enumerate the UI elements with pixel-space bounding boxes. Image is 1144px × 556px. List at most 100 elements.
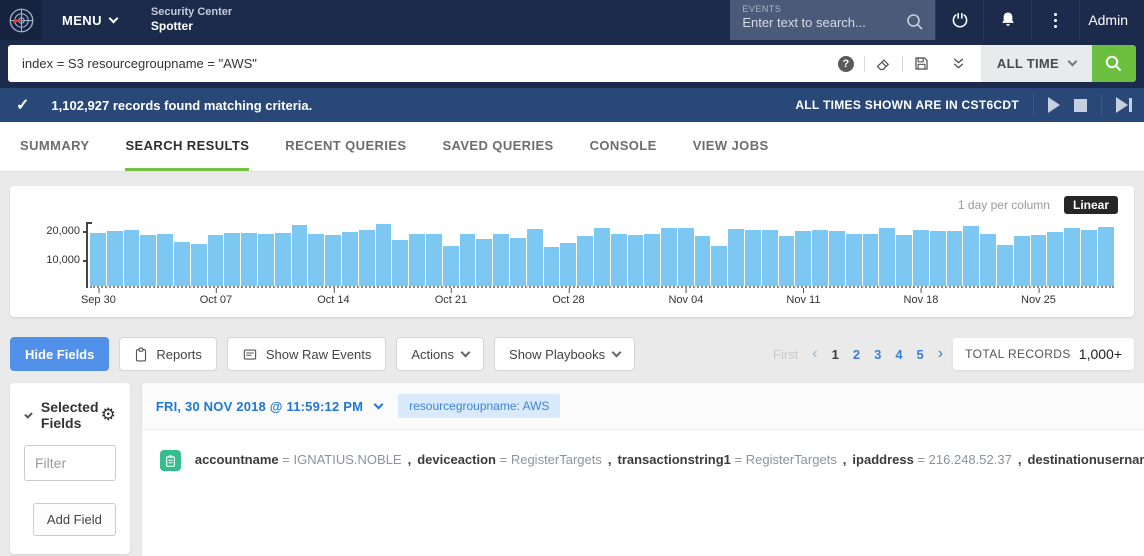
show-playbooks-dropdown[interactable]: Show Playbooks: [494, 337, 635, 371]
histogram-bar[interactable]: [342, 232, 358, 286]
histogram-bar[interactable]: [762, 230, 778, 286]
histogram-bar[interactable]: [476, 239, 492, 286]
histogram-bar[interactable]: [409, 234, 425, 286]
histogram-bar[interactable]: [745, 230, 761, 286]
events-search-box[interactable]: EVENTS: [730, 0, 935, 40]
histogram-bar[interactable]: [443, 246, 459, 286]
chart-scale-toggle[interactable]: Linear: [1064, 196, 1118, 214]
pagination-page-3[interactable]: 3: [874, 347, 881, 362]
histogram-bar[interactable]: [846, 234, 862, 286]
pagination-page-1[interactable]: 1: [832, 347, 839, 362]
show-raw-events-button[interactable]: Show Raw Events: [227, 337, 387, 371]
histogram-bar[interactable]: [191, 244, 207, 286]
event-field-transactionstring1[interactable]: transactionstring1 = RegisterTargets: [618, 452, 837, 467]
histogram-bar[interactable]: [308, 234, 324, 286]
histogram-bar[interactable]: [527, 229, 543, 286]
add-field-button[interactable]: Add Field: [33, 503, 116, 536]
tab-recent-queries[interactable]: RECENT QUERIES: [285, 122, 406, 171]
histogram-bar[interactable]: [947, 231, 963, 286]
histogram-bar[interactable]: [107, 231, 123, 286]
fields-filter-input[interactable]: [24, 445, 116, 481]
stop-button[interactable]: [1074, 99, 1087, 112]
collapse-chevron-icon[interactable]: [24, 410, 32, 418]
histogram-bar[interactable]: [728, 229, 744, 286]
histogram-bar[interactable]: [644, 234, 660, 286]
histogram-bar[interactable]: [510, 238, 526, 286]
clear-eraser-icon[interactable]: [875, 55, 892, 72]
histogram-bar[interactable]: [460, 234, 476, 286]
histogram-bar[interactable]: [577, 236, 593, 286]
histogram-bars[interactable]: [90, 220, 1114, 288]
histogram-bar[interactable]: [1081, 230, 1097, 286]
event-field-accountname[interactable]: accountname = IGNATIUS.NOBLE: [195, 452, 402, 467]
menu-button[interactable]: MENU: [42, 0, 137, 40]
query-input[interactable]: index = S3 resourcegroupname = "AWS": [8, 56, 824, 71]
histogram-bar[interactable]: [224, 233, 240, 286]
admin-user-menu[interactable]: Admin: [1079, 0, 1144, 40]
histogram-bar[interactable]: [90, 233, 106, 286]
query-input-wrap[interactable]: index = S3 resourcegroupname = "AWS" ?: [8, 45, 981, 82]
histogram-bar[interactable]: [661, 228, 677, 286]
more-options-button[interactable]: [1031, 0, 1079, 40]
histogram-bar[interactable]: [678, 228, 694, 286]
run-search-button[interactable]: [1092, 45, 1136, 82]
help-icon[interactable]: ?: [838, 56, 854, 72]
event-timestamp-toggle[interactable]: FRI, 30 NOV 2018 @ 11:59:12 PM: [156, 399, 382, 414]
histogram-bar[interactable]: [963, 226, 979, 286]
histogram-bar[interactable]: [611, 234, 627, 286]
histogram-bar[interactable]: [930, 231, 946, 286]
tab-summary[interactable]: SUMMARY: [20, 122, 89, 171]
histogram-bar[interactable]: [779, 236, 795, 286]
histogram-bar[interactable]: [863, 234, 879, 286]
tab-console[interactable]: CONSOLE: [590, 122, 657, 171]
histogram-bar[interactable]: [896, 235, 912, 286]
histogram-bar[interactable]: [392, 240, 408, 286]
histogram-bar[interactable]: [829, 231, 845, 286]
power-button[interactable]: [935, 0, 983, 40]
histogram-bar[interactable]: [980, 234, 996, 286]
event-field-deviceaction[interactable]: deviceaction = RegisterTargets: [417, 452, 602, 467]
histogram-bar[interactable]: [594, 228, 610, 286]
histogram-bar[interactable]: [157, 234, 173, 286]
histogram-bar[interactable]: [560, 243, 576, 286]
expand-double-chevron-icon[interactable]: [950, 55, 967, 72]
pagination-page-2[interactable]: 2: [853, 347, 860, 362]
histogram-bar[interactable]: [208, 235, 224, 286]
events-search-input[interactable]: [742, 15, 905, 30]
histogram-bar[interactable]: [711, 246, 727, 286]
histogram-bar[interactable]: [376, 224, 392, 286]
app-logo[interactable]: [0, 0, 42, 40]
histogram-bar[interactable]: [275, 233, 291, 286]
gear-icon[interactable]: ⚙: [101, 407, 116, 424]
hide-fields-button[interactable]: Hide Fields: [10, 337, 109, 371]
pagination-first[interactable]: First: [773, 347, 798, 362]
pagination-prev[interactable]: ‹: [812, 345, 817, 363]
event-field-destinationusername[interactable]: destinationusername = Ignatius.Noble: [1027, 452, 1144, 467]
histogram-bar[interactable]: [1098, 227, 1114, 286]
histogram-bar[interactable]: [124, 230, 140, 286]
histogram-bar[interactable]: [695, 236, 711, 286]
pagination-page-5[interactable]: 5: [917, 347, 924, 362]
histogram-bar[interactable]: [426, 234, 442, 286]
histogram-bar[interactable]: [544, 247, 560, 286]
histogram-bar[interactable]: [140, 235, 156, 286]
histogram-bar[interactable]: [258, 234, 274, 286]
histogram-bar[interactable]: [879, 228, 895, 286]
histogram-bar[interactable]: [241, 233, 257, 286]
actions-dropdown[interactable]: Actions: [396, 337, 484, 371]
histogram-bar[interactable]: [1014, 236, 1030, 286]
histogram-bar[interactable]: [812, 230, 828, 286]
play-button[interactable]: [1048, 97, 1060, 113]
time-range-dropdown[interactable]: ALL TIME: [981, 45, 1092, 82]
histogram-bar[interactable]: [1031, 235, 1047, 286]
event-tag-badge[interactable]: resourcegroupname: AWS: [398, 394, 560, 418]
event-field-ipaddress[interactable]: ipaddress = 216.248.52.37: [852, 452, 1011, 467]
event-detail-row[interactable]: accountname = IGNATIUS.NOBLE,deviceactio…: [142, 430, 1144, 483]
histogram-bar[interactable]: [795, 231, 811, 286]
timeline-histogram[interactable]: 10,00020,000: [90, 220, 1114, 288]
histogram-bar[interactable]: [913, 230, 929, 286]
tab-view-jobs[interactable]: VIEW JOBS: [693, 122, 769, 171]
histogram-bar[interactable]: [997, 245, 1013, 286]
histogram-bar[interactable]: [359, 230, 375, 286]
step-forward-button[interactable]: [1116, 97, 1132, 113]
